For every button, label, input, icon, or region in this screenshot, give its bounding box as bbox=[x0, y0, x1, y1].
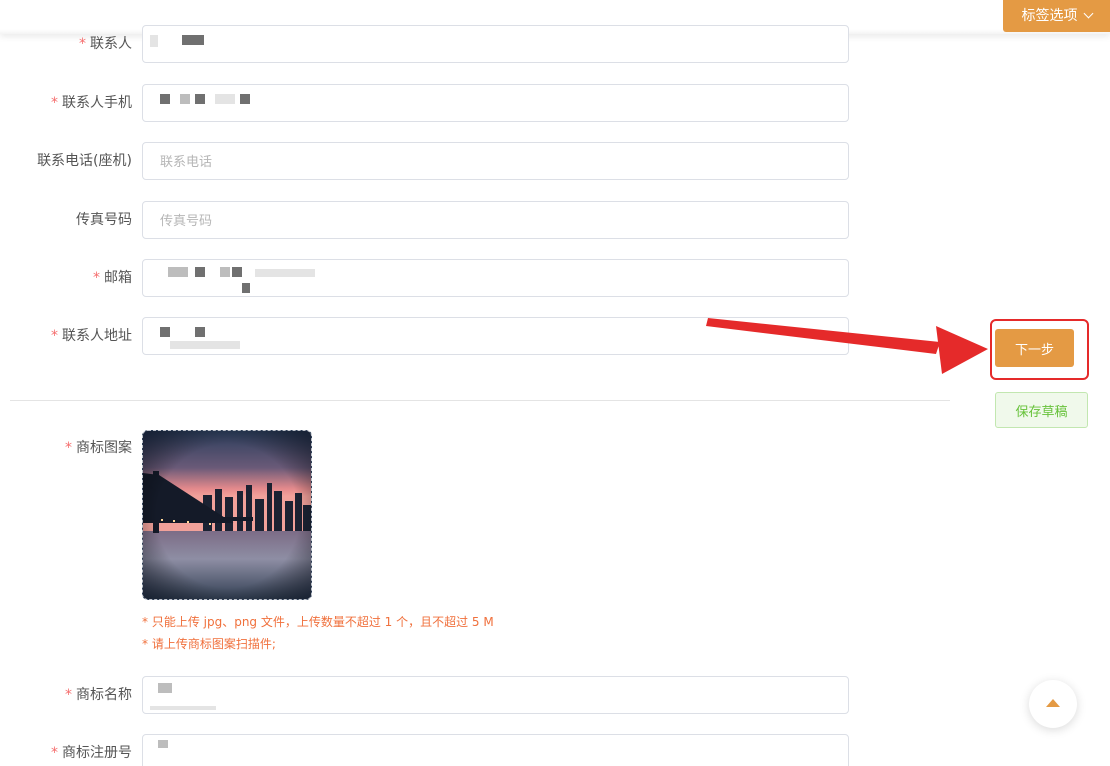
fax-label-text: 传真号码 bbox=[76, 212, 132, 228]
red-arrow-icon bbox=[706, 318, 988, 374]
trademark-image-upload[interactable] bbox=[142, 430, 312, 600]
blurred-text bbox=[220, 267, 230, 277]
next-step-button[interactable]: 下一步 bbox=[995, 329, 1074, 367]
blurred-text bbox=[150, 35, 158, 47]
blurred-text bbox=[195, 267, 205, 277]
required-mark: * bbox=[51, 328, 58, 344]
contact-mobile-label-text: 联系人手机 bbox=[62, 95, 132, 111]
trademark-reg-no-input[interactable] bbox=[142, 734, 849, 766]
contact-label: * 联系人 bbox=[79, 25, 132, 63]
upload-tip-format: * 只能上传 jpg、png 文件，上传数量不超过 1 个，且不超过 5 M bbox=[142, 615, 494, 629]
form-row-trademark-reg-no: * 商标注册号 bbox=[0, 734, 860, 766]
scroll-to-top-button[interactable] bbox=[1029, 680, 1077, 728]
blurred-text bbox=[160, 327, 170, 337]
form-row-contact: * 联系人 bbox=[0, 25, 860, 63]
form-row-contact-mobile: * 联系人手机 bbox=[0, 84, 860, 122]
blurred-text bbox=[160, 94, 170, 104]
form-row-landline: 联系电话(座机) bbox=[0, 142, 860, 180]
contact-mobile-label: * 联系人手机 bbox=[51, 84, 132, 122]
blurred-text bbox=[255, 269, 315, 277]
blurred-text bbox=[180, 94, 190, 104]
fax-input[interactable] bbox=[142, 201, 849, 239]
blurred-text bbox=[158, 740, 168, 748]
email-label: * 邮箱 bbox=[93, 259, 132, 297]
fax-label: 传真号码 bbox=[76, 201, 132, 239]
blurred-text bbox=[242, 283, 250, 293]
trademark-image-label: * 商标图案 bbox=[65, 429, 132, 467]
trademark-name-input[interactable] bbox=[142, 676, 849, 714]
blurred-text bbox=[158, 683, 172, 693]
contact-label-text: 联系人 bbox=[90, 36, 132, 52]
blurred-text bbox=[195, 94, 205, 104]
landline-label: 联系电话(座机) bbox=[37, 142, 132, 180]
trademark-reg-no-label: * 商标注册号 bbox=[51, 734, 132, 766]
uploaded-image-thumbnail bbox=[143, 431, 311, 599]
landline-label-text: 联系电话(座机) bbox=[37, 153, 132, 169]
form-row-fax: 传真号码 bbox=[0, 201, 860, 239]
form-row-trademark-name: * 商标名称 bbox=[0, 676, 860, 714]
required-mark: * bbox=[93, 270, 100, 286]
email-label-text: 邮箱 bbox=[104, 270, 132, 286]
save-draft-button[interactable]: 保存草稿 bbox=[995, 392, 1088, 428]
required-mark: * bbox=[51, 95, 58, 111]
upload-tip-scan: * 请上传商标图案扫描件; bbox=[142, 637, 276, 651]
blurred-text bbox=[215, 94, 235, 104]
form-row-trademark-image: * 商标图案 bbox=[0, 435, 860, 473]
form-row-email: * 邮箱 bbox=[0, 259, 860, 297]
trademark-name-label-text: 商标名称 bbox=[76, 687, 132, 703]
caret-up-icon bbox=[1046, 699, 1060, 707]
blurred-text bbox=[232, 267, 242, 277]
blurred-text bbox=[150, 706, 216, 710]
chevron-down-icon bbox=[1083, 8, 1093, 19]
trademark-reg-no-label-text: 商标注册号 bbox=[62, 745, 132, 761]
blurred-text bbox=[182, 35, 204, 45]
blurred-text bbox=[168, 267, 188, 277]
tag-options-button[interactable]: 标签选项 bbox=[1003, 0, 1110, 32]
trademark-image-label-text: 商标图案 bbox=[76, 440, 132, 456]
required-mark: * bbox=[65, 687, 72, 703]
blurred-text bbox=[170, 341, 240, 349]
required-mark: * bbox=[51, 745, 58, 761]
tag-options-label: 标签选项 bbox=[1021, 8, 1078, 24]
blurred-text bbox=[240, 94, 250, 104]
landline-input[interactable] bbox=[142, 142, 849, 180]
required-mark: * bbox=[65, 440, 72, 456]
blurred-text bbox=[195, 327, 205, 337]
section-divider bbox=[10, 400, 950, 401]
contact-input[interactable] bbox=[142, 25, 849, 63]
required-mark: * bbox=[79, 36, 86, 52]
trademark-name-label: * 商标名称 bbox=[65, 676, 132, 714]
address-label: * 联系人地址 bbox=[51, 317, 132, 355]
address-label-text: 联系人地址 bbox=[62, 328, 132, 344]
